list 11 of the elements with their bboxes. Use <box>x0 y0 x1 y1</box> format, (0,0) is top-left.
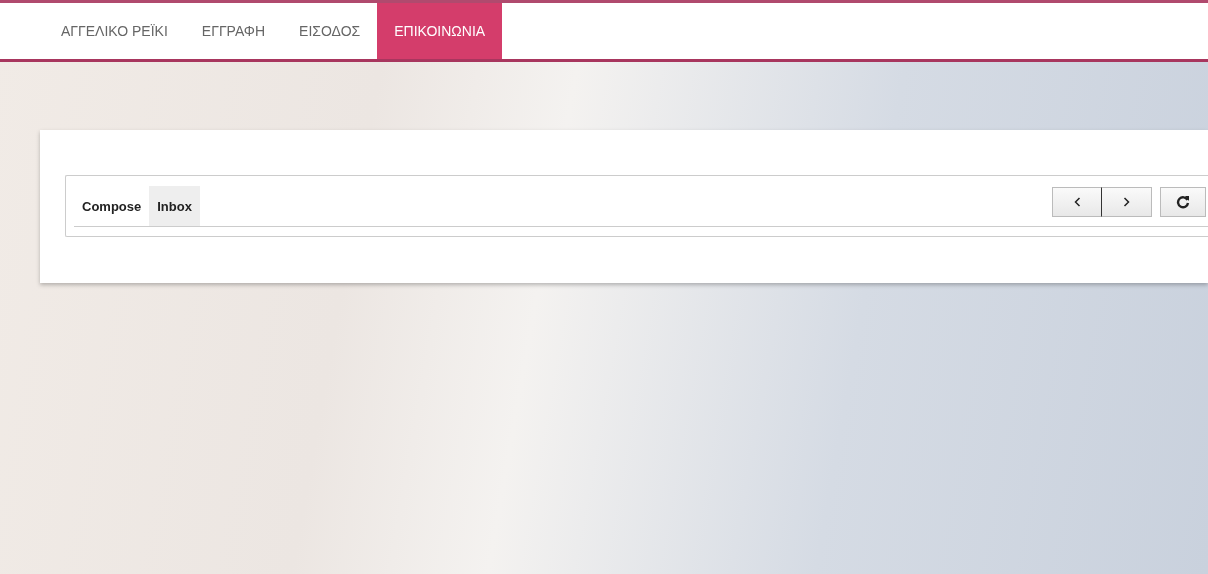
chevron-left-icon <box>1073 197 1081 207</box>
mail-tab[interactable]: Compose <box>74 186 150 226</box>
refresh-icon <box>1176 195 1190 209</box>
previous-button[interactable] <box>1052 187 1102 217</box>
mail-tab[interactable]: Inbox <box>149 186 200 226</box>
chevron-right-icon <box>1123 197 1130 207</box>
nav-item[interactable]: ΑΓΓΕΛΙΚΟ ΡΕΪΚΙ <box>44 3 185 59</box>
refresh-button[interactable] <box>1160 187 1206 217</box>
nav-item[interactable]: ΕΙΣΟΔΟΣ <box>282 3 378 59</box>
nav-item[interactable]: ΕΠΙΚΟΙΝΩΝΙΑ <box>377 3 503 59</box>
nav-item[interactable]: ΕΓΓΡΑΦΗ <box>184 3 283 59</box>
